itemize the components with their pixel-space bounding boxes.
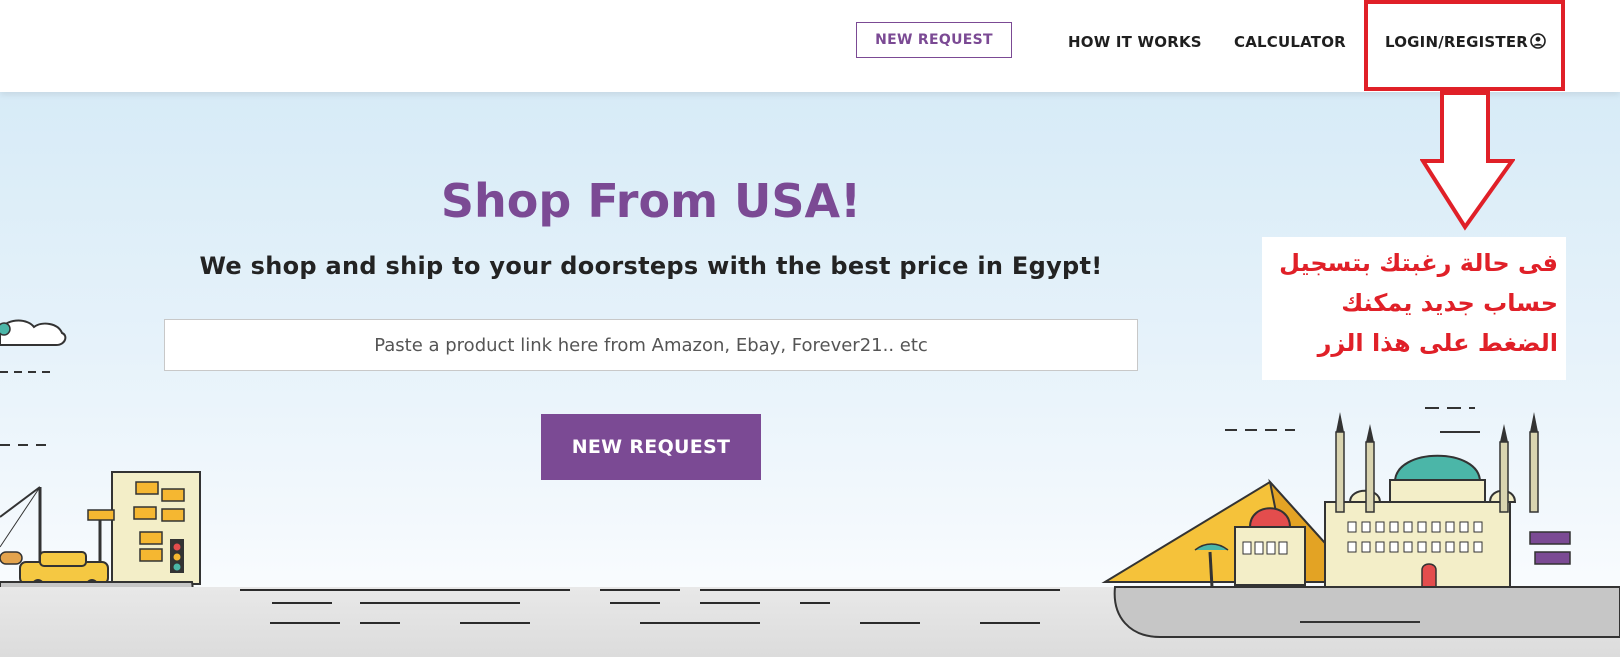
hero-new-request-button[interactable]: NEW REQUEST	[541, 414, 761, 480]
hero-title: Shop From USA!	[440, 174, 862, 228]
road-line	[360, 602, 520, 604]
annotation-arabic-note: فى حالة رغبتك بتسجيل حساب جديد يمكنك الض…	[1262, 237, 1566, 380]
road-line	[272, 602, 332, 604]
road-line	[700, 602, 760, 604]
road-line	[640, 622, 760, 624]
road-line	[610, 602, 660, 604]
road-line	[460, 622, 530, 624]
road-line	[240, 589, 570, 591]
road-line	[700, 589, 1060, 591]
road-line	[360, 622, 400, 624]
annotation-line: فى حالة رغبتك بتسجيل	[1279, 249, 1558, 277]
road-line	[860, 622, 920, 624]
annotation-highlight-box	[1364, 0, 1565, 91]
hero-subtitle: We shop and ship to your doorsteps with …	[199, 252, 1103, 280]
road-line	[800, 602, 830, 604]
nav-calculator-link[interactable]: CALCULATOR	[1234, 33, 1346, 51]
nav-how-it-works-link[interactable]: HOW IT WORKS	[1068, 33, 1202, 51]
header-new-request-button[interactable]: NEW REQUEST	[856, 22, 1012, 58]
product-link-input[interactable]	[164, 319, 1138, 371]
right-egypt-illustration	[1101, 407, 1620, 638]
road-line	[980, 622, 1040, 624]
annotation-arrow-icon	[1420, 91, 1515, 231]
annotation-line: حساب جديد يمكنك	[1341, 289, 1558, 317]
road-line	[270, 622, 340, 624]
road-line	[600, 589, 680, 591]
annotation-line: الضغط على هذا الزر	[1317, 329, 1558, 357]
